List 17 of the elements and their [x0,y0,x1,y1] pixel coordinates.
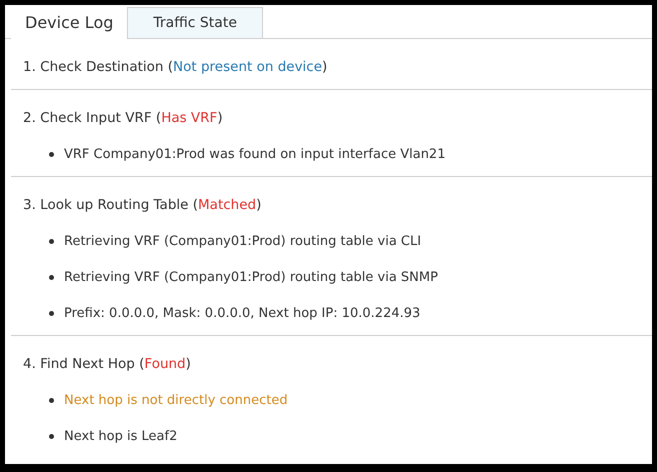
step-title: 3. Look up Routing Table (Matched) [23,196,262,215]
bullet-icon [49,274,54,280]
log-message: Next hop is not directly connected [64,392,288,408]
log-message: Next hop is Leaf2 [64,428,178,444]
bullet-icon [49,310,54,316]
log-message: Retrieving VRF (Company01:Prod) routing table via CLI [64,234,422,248]
bullet-icon [49,434,54,438]
log-message: VRF Company01:Prod was found on input interface Vlan21 [64,146,446,162]
bullet-icon [49,238,54,244]
step-title: 2. Check Input VRF (Has VRF) [23,109,224,128]
step-title: 1. Check Destination (Not present on device) [23,58,328,77]
step-title: 4. Find Next Hop (Found) [23,355,192,374]
bullet-icon [49,152,54,156]
log-message: Retrieving VRF (Company01:Prod) routing table via SNMP [64,270,438,284]
tab[interactable]: Traffic State [127,7,263,39]
bullet-icon [49,398,54,402]
log-message: Prefix: 0.0.0.0, Mask: 0.0.0.0, Next hop IP: 10.0.224.93 [64,306,420,320]
